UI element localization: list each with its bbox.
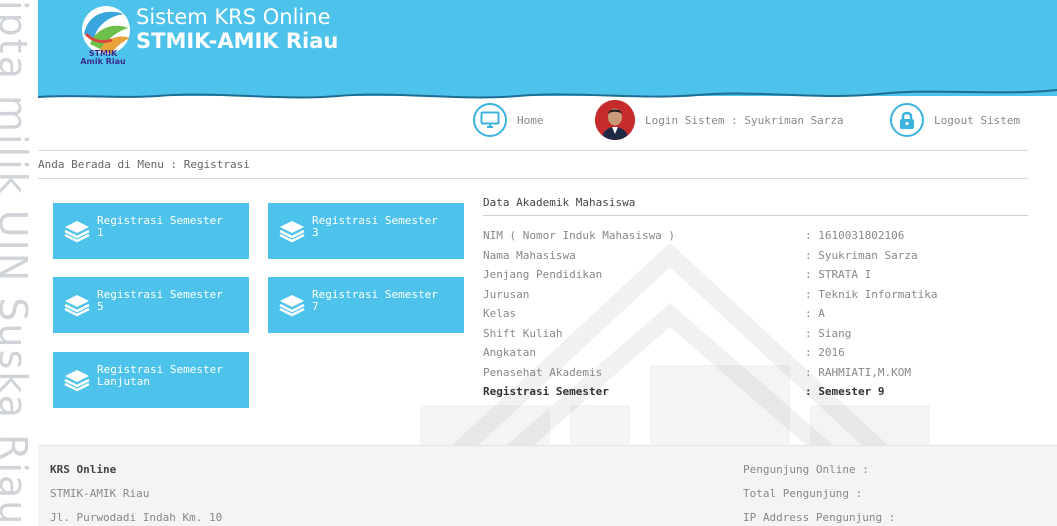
tile-label: Registrasi Semester 1 <box>97 214 223 239</box>
nav-logout-label: Logout Sistem <box>934 113 1021 127</box>
row-key: Angkatan <box>483 346 536 359</box>
academic-data-title: Data Akademik Mahasiswa <box>483 196 1028 216</box>
row-key: Nama Mahasiswa <box>483 248 576 262</box>
academic-row-jurusan: Jurusan : Teknik Informatika <box>483 285 1028 305</box>
divider-top <box>38 150 1028 151</box>
nav-home-label: Home <box>517 113 544 127</box>
footer-stats: Pengunjung Online : Total Pengunjung : I… <box>743 458 895 526</box>
books-stack-icon <box>64 295 90 317</box>
academic-data-list: NIM ( Nomor Induk Mahasiswa ) : 16100318… <box>483 226 1028 402</box>
footer-app-name: KRS Online <box>50 463 117 476</box>
academic-row-angkatan: Angkatan : 2016 <box>483 343 1028 363</box>
tile-registrasi-semester-1[interactable]: Registrasi Semester 1 <box>53 203 249 259</box>
footer-online-visitors: Pengunjung Online : <box>743 463 869 476</box>
tile-label: Registrasi Semester 5 <box>97 288 223 313</box>
watermark-text: ipta milik UIN Suska Riau <box>0 0 30 526</box>
academic-data-panel: Data Akademik Mahasiswa NIM ( Nomor Indu… <box>483 196 1028 402</box>
footer-total-visitors: Total Pengunjung : <box>743 487 863 500</box>
row-value: : 2016 <box>805 346 845 359</box>
books-stack-icon <box>64 370 90 392</box>
row-key: Kelas <box>483 307 517 320</box>
nav-home[interactable]: Home <box>473 100 544 140</box>
site-title-line2: STMIK-AMIK Riau <box>136 29 339 53</box>
row-key: Shift Kuliah <box>483 326 563 340</box>
academic-row-nama: Nama Mahasiswa : Syukriman Sarza <box>483 246 1028 266</box>
books-stack-icon <box>279 295 305 317</box>
breadcrumb: Anda Berada di Menu : Registrasi <box>38 158 250 171</box>
tile-registrasi-semester-7[interactable]: Registrasi Semester 7 <box>268 277 464 333</box>
row-key: Penasehat Akademis <box>483 365 603 379</box>
tile-label: Registrasi Semester 7 <box>312 288 438 313</box>
books-stack-icon <box>279 221 305 243</box>
tile-registrasi-semester-lanjutan[interactable]: Registrasi Semester Lanjutan <box>53 352 249 408</box>
footer-ip-address: IP Address Pengunjung : <box>743 511 896 524</box>
lock-icon <box>890 103 924 137</box>
tile-label: Registrasi Semester 3 <box>312 214 438 239</box>
academic-row-nim: NIM ( Nomor Induk Mahasiswa ) : 16100318… <box>483 226 1028 246</box>
academic-row-kelas: Kelas : A <box>483 304 1028 324</box>
footer-institution: STMIK-AMIK Riau <box>50 487 150 500</box>
row-value: : Teknik Informatika <box>805 287 938 301</box>
footer-address: Jl. Purwodadi Indah Km. 10 <box>50 511 223 524</box>
site-title: Sistem KRS Online STMIK-AMIK Riau <box>136 5 338 53</box>
academic-row-penasehat: Penasehat Akademis : RAHMIATI,M.KOM <box>483 363 1028 383</box>
row-value: : STRATA I <box>805 268 872 281</box>
row-value: : Semester 9 <box>805 385 885 398</box>
row-value: : A <box>805 307 825 320</box>
row-key: Registrasi Semester <box>483 385 609 398</box>
row-value: : RAHMIATI,M.KOM <box>805 365 911 379</box>
tile-label: Registrasi Semester Lanjutan <box>97 363 223 388</box>
tile-registrasi-semester-5[interactable]: Registrasi Semester 5 <box>53 277 249 333</box>
logo-caption: STMIK Amik Riau <box>80 49 126 66</box>
books-stack-icon <box>64 221 90 243</box>
footer-info: KRS Online STMIK-AMIK Riau Jl. Purwodadi… <box>50 458 222 526</box>
avatar <box>595 100 635 140</box>
top-nav: Home Login Sistem : Syukriman Sarza Logo… <box>0 100 1057 140</box>
nav-login-label: Login Sistem : Syukriman Sarza <box>645 113 844 127</box>
nav-logout[interactable]: Logout Sistem <box>890 100 1020 140</box>
row-key: Jurusan <box>483 287 530 301</box>
tile-registrasi-semester-3[interactable]: Registrasi Semester 3 <box>268 203 464 259</box>
row-key: Jenjang Pendidikan <box>483 268 603 281</box>
row-value: : 1610031802106 <box>805 229 905 242</box>
row-value: : Siang <box>805 326 852 340</box>
row-key: NIM ( Nomor Induk Mahasiswa ) <box>483 229 676 242</box>
site-title-line1: Sistem KRS Online <box>136 5 331 29</box>
monitor-icon <box>473 103 507 137</box>
footer: KRS Online STMIK-AMIK Riau Jl. Purwodadi… <box>38 445 1057 526</box>
academic-row-registrasi: Registrasi Semester : Semester 9 <box>483 382 1028 402</box>
row-value: : Syukriman Sarza <box>805 248 918 262</box>
academic-row-shift: Shift Kuliah : Siang <box>483 324 1028 344</box>
nav-login[interactable]: Login Sistem : Syukriman Sarza <box>595 100 844 140</box>
academic-row-jenjang: Jenjang Pendidikan : STRATA I <box>483 265 1028 285</box>
divider-breadcrumb <box>38 178 1028 179</box>
